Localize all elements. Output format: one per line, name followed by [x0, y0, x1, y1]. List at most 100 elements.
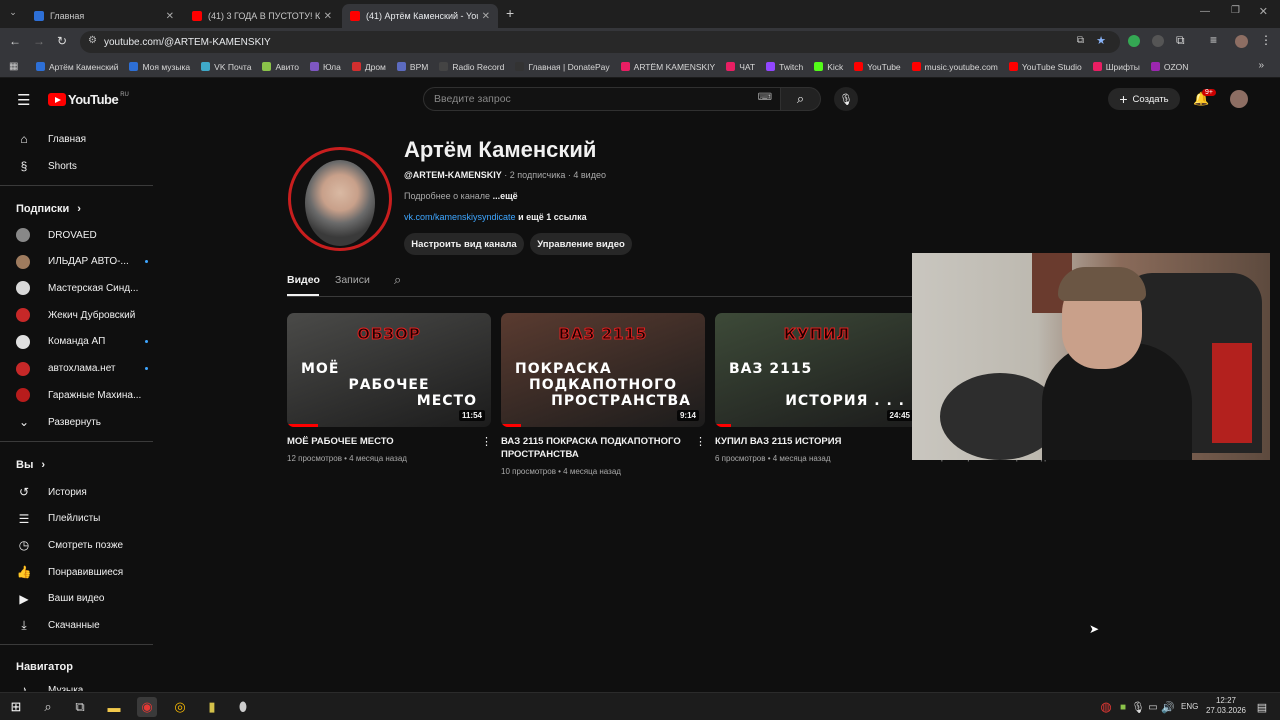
video-thumbnail[interactable]: КУПИЛ ВАЗ 2115 ИСТОРИЯ . . . 24:45	[715, 313, 919, 427]
manage-videos-button[interactable]: Управление видео	[530, 233, 632, 255]
bookmark-item[interactable]: BPM	[396, 62, 428, 72]
create-button[interactable]: + Создать	[1108, 88, 1180, 110]
extension-icon[interactable]	[1152, 35, 1164, 47]
hamburger-menu-icon[interactable]: ☰	[17, 91, 30, 109]
tab-close-icon[interactable]: ✕	[324, 11, 332, 22]
bookmark-item[interactable]: music.youtube.com	[911, 62, 998, 72]
extension-icon[interactable]	[1128, 35, 1140, 47]
extensions-puzzle-icon[interactable]: ⧉	[1176, 33, 1185, 48]
youtube-logo[interactable]: YouTube RU	[48, 92, 129, 107]
clock[interactable]: 12:27 27.03.2026	[1204, 696, 1248, 716]
task-view-icon[interactable]: ⧉	[70, 697, 90, 717]
browser-tab[interactable]: (41) Артём Каменский - YouTube ✕	[342, 4, 498, 28]
windows-start-icon[interactable]: ⊞	[6, 697, 26, 717]
sidebar-subscription[interactable]: DROVAED	[16, 225, 153, 245]
volume-icon[interactable]: 🔊	[1158, 697, 1178, 717]
customize-channel-button[interactable]: Настроить вид канала	[404, 233, 524, 255]
sidebar-item-download[interactable]: ⤓ Скачанные	[16, 616, 99, 636]
video-title[interactable]: МОЁ РАБОЧЕЕ МЕСТО	[287, 435, 477, 448]
video-title[interactable]: ВАЗ 2115 ПОКРАСКА ПОДКАПОТНОГО	[501, 435, 691, 448]
new-tab-button[interactable]: +	[506, 5, 514, 21]
sidebar-subscription[interactable]: Мастерская Синд...	[16, 278, 153, 298]
video-thumbnail[interactable]: ВАЗ 2115 ПОКРАСКА ПОДКАПОТНОГО ПРОСТРАНСТВА…	[501, 313, 705, 427]
forward-icon[interactable]: →	[33, 34, 45, 48]
bookmark-item[interactable]: Дром	[351, 62, 386, 72]
search-button[interactable]: ⌕	[781, 87, 821, 111]
address-bar[interactable]: ⚙ youtube.com/@ARTEM-KAMENSKIY ⧉ ★	[80, 31, 1120, 53]
video-title-line2[interactable]: ПРОСТРАНСТВА	[501, 448, 691, 461]
subscriptions-heading[interactable]: Подписки ›	[16, 203, 81, 215]
tab-close-icon[interactable]: ✕	[166, 11, 174, 22]
sidebar-item-clock[interactable]: ◷ Смотреть позже	[16, 535, 123, 555]
chrome-icon[interactable]: ◎	[170, 697, 190, 717]
bookmark-item[interactable]: Radio Record	[439, 62, 504, 72]
sidebar-subscription[interactable]: Гаражные Махина...	[16, 385, 153, 405]
obs-icon[interactable]: ◉	[137, 697, 157, 717]
minimize-button[interactable]: —	[1200, 6, 1210, 17]
bookmark-item[interactable]: ЧАТ	[726, 62, 755, 72]
sidebar-subscription[interactable]: Жекич Дубровский	[16, 305, 153, 325]
back-icon[interactable]: ←	[9, 34, 21, 48]
keyboard-icon[interactable]: ⌨	[758, 92, 772, 103]
site-info-icon[interactable]: ⚙	[88, 35, 97, 46]
expand-subscriptions[interactable]: ⌄ Развернуть	[16, 412, 101, 432]
bookmark-item[interactable]: OZON	[1150, 62, 1188, 72]
bookmark-item[interactable]: VK Почта	[201, 62, 251, 72]
apps-grid-icon[interactable]: ▦	[9, 61, 18, 72]
reload-icon[interactable]: ↻	[57, 34, 67, 48]
account-avatar[interactable]	[1230, 90, 1248, 108]
bookmark-item[interactable]: ARTЁM KAMENSKIY	[620, 62, 715, 72]
bookmark-item[interactable]: Шрифты	[1092, 62, 1140, 72]
taskbar-search-icon[interactable]: ⌕	[38, 697, 58, 717]
bookmark-item[interactable]: Главная | DonatePay	[515, 62, 610, 72]
sidebar-subscription[interactable]: автохлама.нет	[16, 359, 153, 379]
mouse-app-icon[interactable]: ⬮	[233, 697, 253, 717]
media-controls-icon[interactable]: ≡	[1210, 33, 1217, 47]
file-explorer-icon[interactable]: ▬	[104, 697, 124, 717]
sidebar-subscription[interactable]: ИЛЬДАР АВТО-...	[16, 252, 153, 272]
bookmark-item[interactable]: YouTube Studio	[1008, 62, 1082, 72]
sidebar-item-home[interactable]: ⌂ Главная	[16, 129, 86, 149]
voice-search-button[interactable]: 🎙	[834, 87, 858, 111]
channel-link[interactable]: vk.com/kamenskiysyndicate	[404, 212, 516, 222]
sidebar-item-playlist[interactable]: ☰ Плейлисты	[16, 509, 101, 529]
tab-list-icon[interactable]: ⌄	[6, 7, 20, 21]
bookmark-item[interactable]: Артём Каменский	[36, 62, 118, 72]
browser-tab[interactable]: (41) 3 ГОДА В ПУСТОТУ! Кто в ✕	[184, 4, 340, 28]
tab-videos[interactable]: Видео	[287, 274, 320, 286]
notification-center-icon[interactable]: ▤	[1252, 697, 1272, 717]
bookmark-item[interactable]: Kick	[814, 62, 843, 72]
search-input[interactable]: Введите запрос ⌨	[423, 87, 781, 111]
bookmark-item[interactable]: Авито	[262, 62, 299, 72]
install-icon[interactable]: ⧉	[1077, 35, 1084, 46]
video-menu-icon[interactable]: ⋮	[695, 435, 706, 448]
app-icon[interactable]: ▮	[202, 697, 222, 717]
menu-dots-icon[interactable]: ⋮	[1260, 33, 1272, 47]
sidebar-item-shorts[interactable]: § Shorts	[16, 156, 77, 176]
tab-posts[interactable]: Записи	[335, 274, 370, 286]
sidebar-item-your-videos[interactable]: ▶ Ваши видео	[16, 589, 104, 609]
profile-avatar[interactable]	[1235, 35, 1248, 48]
video-thumbnail[interactable]: ОБЗОР МОЁ РАБОЧЕЕ МЕСТО 11:54	[287, 313, 491, 427]
sidebar-item-history[interactable]: ↺ История	[16, 482, 87, 502]
you-heading[interactable]: Вы ›	[16, 459, 45, 471]
more-bookmarks-icon[interactable]: »	[1258, 60, 1264, 71]
video-title[interactable]: КУПИЛ ВАЗ 2115 ИСТОРИЯ	[715, 435, 905, 448]
browser-tab[interactable]: Главная ✕	[26, 4, 182, 28]
channel-about[interactable]: Подробнее о канале ...ещё	[404, 191, 518, 201]
language-indicator[interactable]: ENG	[1181, 702, 1198, 711]
bookmark-star-icon[interactable]: ★	[1096, 34, 1106, 47]
bookmark-item[interactable]: Моя музыка	[129, 62, 190, 72]
bookmark-item[interactable]: Twitch	[766, 62, 803, 72]
maximize-button[interactable]: ❐	[1231, 5, 1240, 16]
bookmark-item[interactable]: YouTube	[854, 62, 901, 72]
more-links[interactable]: и ещё 1 ссылка	[518, 212, 587, 222]
sidebar-item-music[interactable]: ♪ Музыка	[16, 680, 83, 691]
channel-search-icon[interactable]: ⌕	[394, 272, 401, 288]
tab-close-icon[interactable]: ✕	[482, 11, 490, 22]
bookmark-item[interactable]: Юла	[309, 62, 341, 72]
video-menu-icon[interactable]: ⋮	[481, 435, 492, 448]
close-window-button[interactable]: ✕	[1259, 5, 1268, 18]
sidebar-subscription[interactable]: Команда АП	[16, 332, 153, 352]
sidebar-item-like[interactable]: 👍 Понравившиеся	[16, 562, 124, 582]
